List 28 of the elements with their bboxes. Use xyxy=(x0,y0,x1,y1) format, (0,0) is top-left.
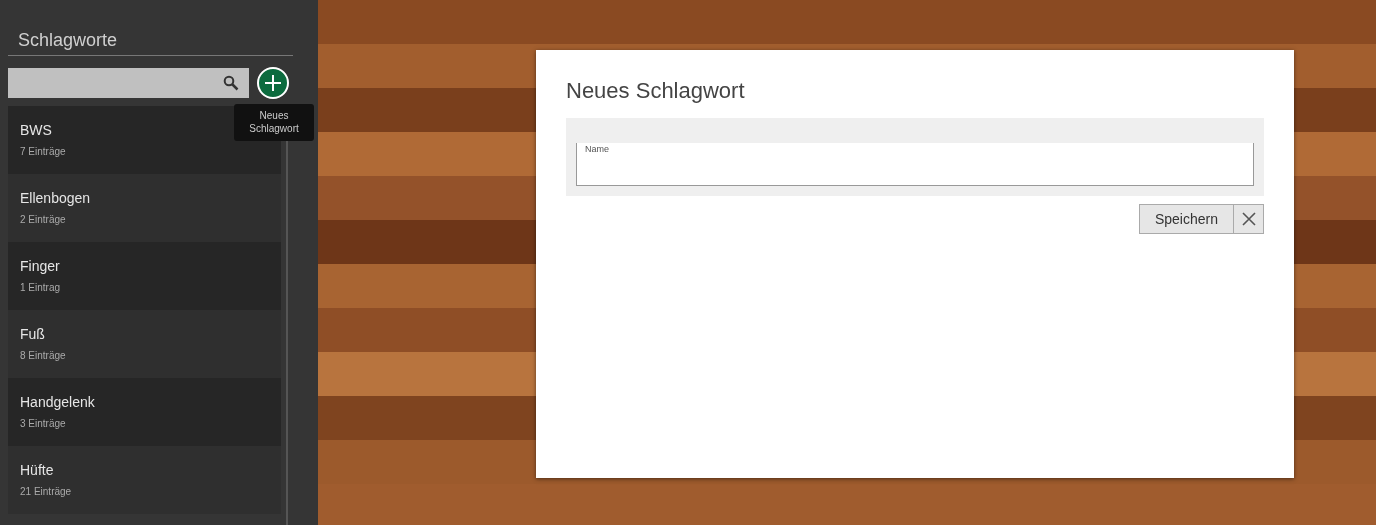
tooltip: Neues Schlagwort xyxy=(234,104,314,141)
list-item[interactable]: Hüfte 21 Einträge xyxy=(8,446,281,514)
list-item[interactable]: Fuß 8 Einträge xyxy=(8,310,281,378)
item-count: 2 Einträge xyxy=(20,214,67,225)
name-field[interactable]: Name xyxy=(576,143,1254,186)
list-item[interactable]: Ellenbogen 2 Einträge xyxy=(8,174,281,242)
search-field[interactable] xyxy=(8,68,249,98)
item-count: 1 Eintrag xyxy=(20,282,62,293)
item-count: 8 Einträge xyxy=(20,350,67,361)
sidebar-title: Schlagworte xyxy=(8,0,293,56)
dialog-title: Neues Schlagwort xyxy=(566,78,746,104)
close-button[interactable] xyxy=(1234,204,1264,234)
item-count: 3 Einträge xyxy=(20,418,67,429)
close-icon xyxy=(1241,212,1256,226)
search-icon xyxy=(223,75,239,91)
plus-icon xyxy=(264,74,282,92)
scrollbar[interactable] xyxy=(286,140,288,525)
list-item[interactable]: Finger 1 Eintrag xyxy=(8,242,281,310)
save-button[interactable]: Speichern xyxy=(1138,204,1234,234)
add-button[interactable] xyxy=(257,67,289,99)
list-item[interactable]: Handgelenk 3 Einträge xyxy=(8,378,281,446)
item-name: Handgelenk xyxy=(20,394,96,410)
item-count: 21 Einträge xyxy=(20,486,73,497)
item-name: Hüfte xyxy=(20,462,55,478)
item-count: 7 Einträge xyxy=(20,146,67,157)
item-name: Ellenbogen xyxy=(20,190,92,206)
item-name: Fuß xyxy=(20,326,46,342)
item-name: Finger xyxy=(20,258,61,274)
